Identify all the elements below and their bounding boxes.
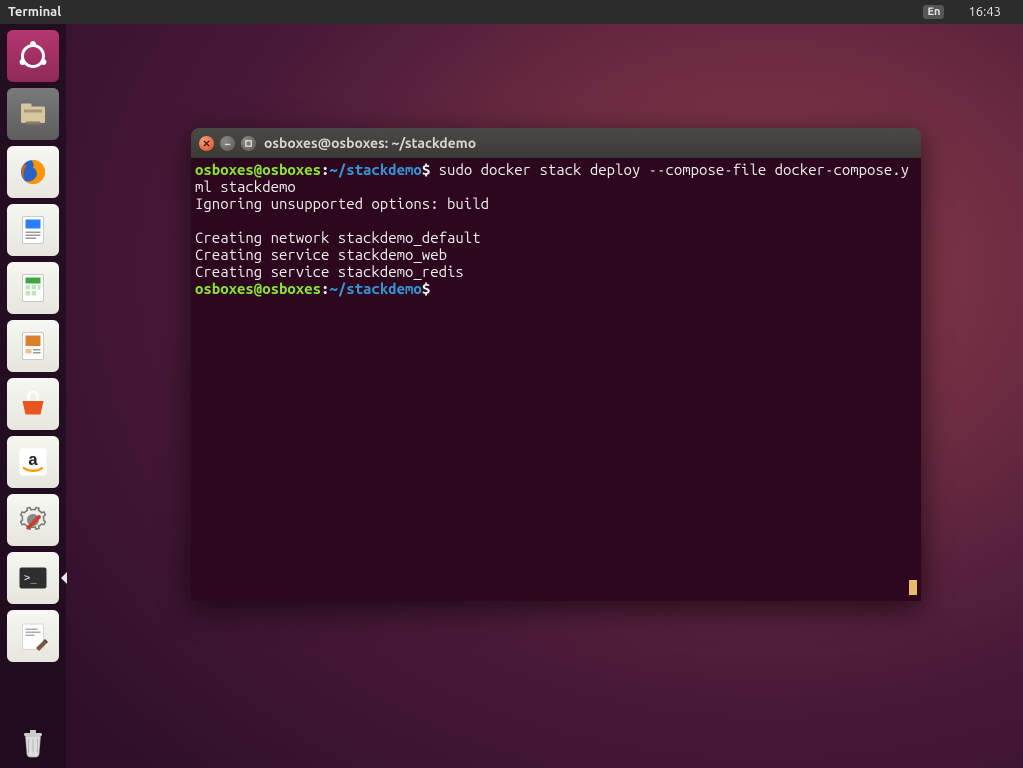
svg-text:a: a <box>28 451 38 469</box>
active-app-name[interactable]: Terminal <box>0 5 911 19</box>
prompt-path: ~/stackdemo <box>329 280 421 297</box>
maximize-button[interactable] <box>241 136 256 151</box>
launcher-terminal[interactable]: >_ <box>7 552 59 604</box>
clock[interactable]: 16:43 <box>968 5 1001 19</box>
window-titlebar[interactable]: osboxes@osboxes: ~/stackdemo <box>191 128 921 158</box>
window-buttons <box>199 136 256 151</box>
terminal-window: osboxes@osboxes: ~/stackdemo osboxes@osb… <box>191 128 921 601</box>
unity-launcher: a >_ <box>0 24 66 768</box>
launcher-system-settings[interactable] <box>7 494 59 546</box>
terminal-cursor <box>909 580 917 595</box>
launcher-dash[interactable] <box>7 30 59 82</box>
close-button[interactable] <box>199 136 214 151</box>
top-panel: Terminal En 16:43 <box>0 0 1023 24</box>
launcher-files[interactable] <box>7 88 59 140</box>
launcher-trash[interactable] <box>7 716 59 768</box>
terminal-output: Ignoring unsupported options: build <box>195 195 489 212</box>
launcher-amazon[interactable]: a <box>7 436 59 488</box>
active-indicator-arrow <box>61 572 67 584</box>
svg-text:>_: >_ <box>24 572 37 584</box>
terminal-body[interactable]: osboxes@osboxes:~/stackdemo$ sudo docker… <box>191 158 921 601</box>
system-indicators: En 16:43 <box>911 5 1023 19</box>
terminal-output: Creating service stackdemo_redis <box>195 263 464 280</box>
keyboard-layout-indicator[interactable]: En <box>923 5 944 19</box>
minimize-button[interactable] <box>220 136 235 151</box>
launcher-writer[interactable] <box>7 204 59 256</box>
launcher-impress[interactable] <box>7 320 59 372</box>
prompt-user: osboxes@osboxes <box>195 280 321 297</box>
launcher-firefox[interactable] <box>7 146 59 198</box>
terminal-output: Creating network stackdemo_default <box>195 229 481 246</box>
prompt-user: osboxes@osboxes <box>195 161 321 178</box>
launcher-calc[interactable] <box>7 262 59 314</box>
launcher-text-editor[interactable] <box>7 610 59 662</box>
window-title: osboxes@osboxes: ~/stackdemo <box>264 135 476 151</box>
terminal-output: Creating service stackdemo_web <box>195 246 447 263</box>
launcher-software-center[interactable] <box>7 378 59 430</box>
prompt-path: ~/stackdemo <box>329 161 421 178</box>
